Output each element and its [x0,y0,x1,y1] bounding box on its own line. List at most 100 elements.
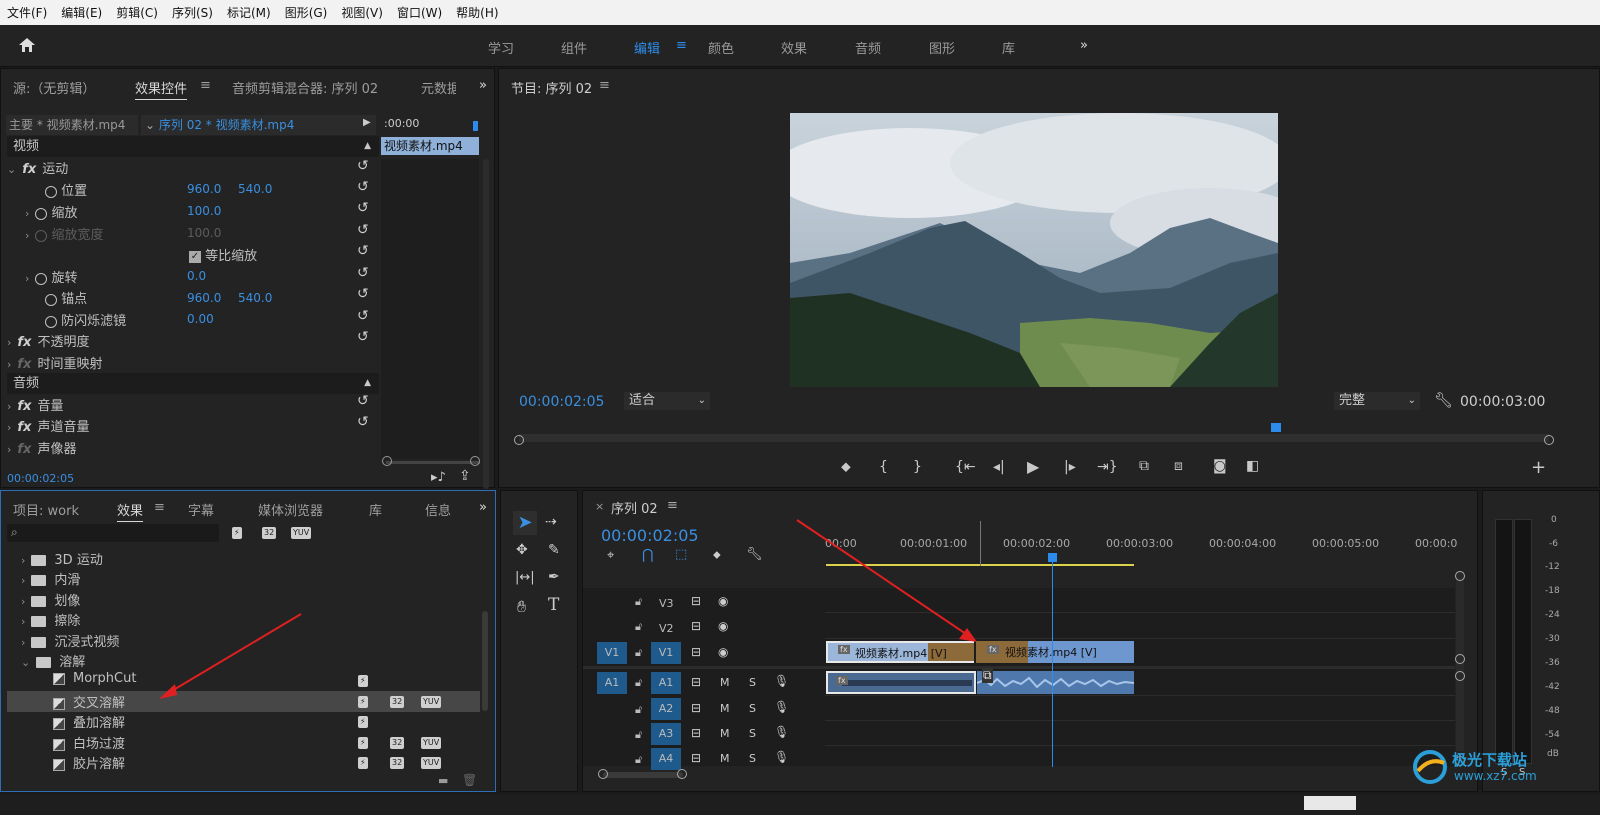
workspace-color[interactable]: 颜色 [708,38,734,57]
solo-button[interactable]: S [749,727,756,740]
chevron-right-icon[interactable]: › [7,358,11,371]
hand-tool-icon[interactable]: ✋︎ [517,597,526,617]
zoom-handle-right[interactable] [677,769,687,779]
program-video-frame[interactable] [790,113,1278,387]
channel-volume-row[interactable]: › fx 声道音量 [7,416,89,437]
timeline-zoom-scrollbar[interactable] [603,772,683,778]
go-to-out-icon[interactable]: ⇥} [1097,459,1118,475]
vertical-scrollbar[interactable] [483,159,489,489]
track-label-v2[interactable]: V2 [659,622,674,635]
scroll-handle[interactable] [470,456,480,466]
video-audio-divider[interactable] [583,666,1455,669]
type-tool-icon[interactable]: T [548,595,559,615]
insert-icon[interactable]: ⧉ [1139,458,1149,474]
comparison-view-icon[interactable]: ◧ [1246,458,1259,474]
eye-icon[interactable]: ◉ [718,645,728,659]
collapse-up-icon[interactable]: ▲ [364,373,371,394]
track-label-v1[interactable]: V1 [651,642,681,664]
motion-row[interactable]: ⌄ fx 运动 [7,158,68,179]
menu-sequence[interactable]: 序列(S) [165,4,220,21]
workspace-audio[interactable]: 音频 [855,38,881,57]
tab-metadata[interactable]: 元数据 [421,78,456,97]
reset-icon[interactable]: ↺ [357,265,369,281]
source-patch-v1[interactable]: V1 [597,642,627,664]
reset-icon[interactable]: ↺ [357,222,369,238]
chevron-right-icon[interactable]: › [25,272,29,285]
eye-icon[interactable]: ◉ [718,619,728,633]
snap-icon[interactable]: ⋂ [642,547,653,563]
menu-edit[interactable]: 编辑(E) [54,4,109,21]
program-title[interactable]: 节目: 序列 02 [511,78,592,97]
fit-dropdown[interactable]: 适合 ⌄ [624,392,710,410]
track-label-a2[interactable]: A2 [651,698,681,720]
folder-dissolve[interactable]: ⌄ 溶解 [21,651,85,672]
chevron-right-icon[interactable]: › [7,421,11,434]
anchor-x-value[interactable]: 960.0 [187,291,221,305]
workspace-menu-icon[interactable]: ≡ [676,38,687,53]
go-to-in-icon[interactable]: {⇤ [955,459,976,475]
microphone-icon[interactable]: 🎙︎ [774,750,789,764]
mini-scrollbar[interactable] [386,461,480,464]
workspace-learning[interactable]: 学习 [488,38,514,57]
time-remap-row[interactable]: › fx 时间重映射 [7,353,102,374]
panner-row[interactable]: › fx 声像器 [7,438,76,459]
scroll-handle[interactable] [1455,571,1465,581]
sequence-menu-icon[interactable]: ≡ [667,498,678,513]
audio-clip-2[interactable] [977,671,1134,694]
lock-icon[interactable]: 🔓︎ [635,620,642,634]
effect-morphcut[interactable]: MorphCut [53,671,136,692]
fx-icon[interactable]: fx [17,335,31,350]
linked-selection-icon[interactable]: ⬚ [675,547,687,562]
sequence-clip-dropdown[interactable]: ⌄ 序列 02 * 视频素材.mp4 [141,115,376,135]
scroll-handle[interactable] [1455,671,1465,681]
source-patch-a1[interactable]: A1 [597,672,627,694]
add-button-icon[interactable]: + [1531,457,1546,478]
master-clip-label[interactable]: 主要 * 视频素材.mp4 [6,115,138,135]
menu-graphics[interactable]: 图形(G) [278,4,335,21]
yuv-effects-icon[interactable]: YUV [291,527,312,539]
reset-icon[interactable]: ↺ [357,200,369,216]
scale-value[interactable]: 100.0 [187,204,221,218]
position-x-value[interactable]: 960.0 [187,182,221,196]
eye-icon[interactable]: ◉ [718,594,728,608]
stopwatch-icon[interactable] [35,272,48,285]
folder-immersive-video[interactable]: › 沉浸式视频 [21,631,119,652]
sync-lock-icon[interactable]: ⊟ [691,645,701,659]
sync-lock-icon[interactable]: ⊟ [691,619,701,633]
opacity-row[interactable]: › fx 不透明度 [7,331,89,352]
sequence-tab[interactable]: 序列 02 [611,498,658,517]
tab-menu-icon[interactable]: ≡ [200,78,211,93]
effect-additive-dissolve[interactable]: 叠加溶解 [53,712,125,733]
play-only-icon[interactable]: ▶ [363,117,371,128]
mini-playhead[interactable] [473,121,478,131]
solo-button[interactable]: S [749,702,756,715]
program-menu-icon[interactable]: ≡ [599,78,610,93]
workspace-libraries[interactable]: 库 [1002,38,1015,57]
chevron-right-icon[interactable]: › [21,636,25,649]
menu-file[interactable]: 文件(F) [0,4,54,21]
workspace-effects[interactable]: 效果 [781,38,807,57]
reset-icon[interactable]: ↺ [357,158,369,174]
effect-film-dissolve[interactable]: 胶片溶解 [53,753,125,774]
track-select-tool-icon[interactable]: ⇢ [545,514,557,530]
stopwatch-icon[interactable] [45,185,57,198]
lock-icon[interactable]: 🔓︎ [635,703,642,717]
tab-project[interactable]: 项目: work [13,500,79,519]
reset-icon[interactable]: ↺ [357,329,369,345]
tab-menu-icon[interactable]: ≡ [154,500,165,515]
wrench-icon[interactable]: 🔧︎ [1434,391,1453,409]
mini-timeline-clip[interactable]: 视频素材.mp4 [381,137,479,155]
video-clip-2[interactable]: fx 视频素材.mp4 [V] [976,641,1134,663]
lock-icon[interactable]: 🔓︎ [635,595,642,609]
microphone-icon[interactable]: 🎙︎ [774,674,789,688]
chevron-right-icon[interactable]: › [21,574,25,587]
rotation-value[interactable]: 0.0 [187,269,206,283]
zoom-handle-left[interactable] [598,769,608,779]
reset-icon[interactable]: ↺ [357,286,369,302]
accelerated-effects-icon[interactable]: ⚡ [232,527,242,539]
32bit-effects-icon[interactable]: 32 [262,527,277,539]
workspace-assembly[interactable]: 组件 [561,38,587,57]
workspace-editing[interactable]: 编辑 [634,38,660,57]
camera-icon[interactable]: ◙ [1213,458,1227,474]
panel-overflow-icon[interactable]: » [479,500,487,515]
